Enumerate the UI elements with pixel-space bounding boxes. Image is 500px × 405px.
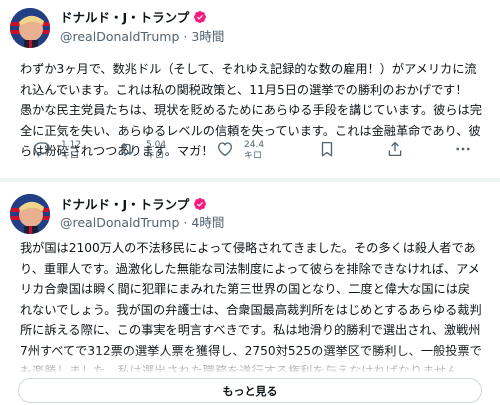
author-name[interactable]: ドナルド・J・トランプ [60,194,189,213]
show-more-button[interactable]: もっと見る [18,378,482,403]
verified-badge-icon [194,197,207,210]
bookmark-button[interactable] [318,140,336,158]
more-icon [456,147,470,151]
author-name[interactable]: ドナルド・J・トランプ [60,7,189,26]
post-2[interactable]: ドナルド・J・トランプ @realDonaldTrump · 4時間 我が国は2… [0,182,500,405]
action-bar: 1.12 キロ 5.04 キロ 24.4 キロ [0,140,500,170]
more-options-button[interactable] [454,140,472,158]
share-button[interactable] [386,140,404,158]
reply-icon [34,142,50,158]
post-time[interactable]: 4時間 [191,215,224,230]
repost-button[interactable]: 5.04 キロ [118,140,166,162]
avatar[interactable] [10,194,50,234]
reply-button[interactable]: 1.12 キロ [33,140,81,162]
separator: · [183,215,188,230]
bookmark-icon [321,141,333,157]
handle-row: @realDonaldTrump · 3時間 [60,26,224,45]
post-time[interactable]: 3時間 [191,29,224,44]
avatar-image [10,194,50,234]
repost-count: 5.04 [146,140,167,150]
avatar-image [10,8,50,48]
reply-count: 1.12 [61,140,82,150]
repost-count-unit: キロ [146,151,165,161]
like-count-unit: キロ [244,151,263,161]
heart-icon [217,142,233,157]
verified-badge-icon [194,10,207,23]
separator: · [183,29,188,44]
post-1[interactable]: ドナルド・J・トランプ @realDonaldTrump · 3時間 わずか3ヶ… [0,0,500,178]
avatar[interactable] [10,8,50,48]
like-count: 24.4 [244,140,265,150]
repost-icon [120,143,134,155]
handle-row: @realDonaldTrump · 4時間 [60,212,224,231]
text-fade [0,350,500,374]
author-handle[interactable]: @realDonaldTrump [60,215,179,230]
like-button[interactable]: 24.4 キロ [216,140,264,162]
share-icon [388,141,402,157]
reply-count-unit: キロ [61,151,80,161]
author-handle[interactable]: @realDonaldTrump [60,29,179,44]
